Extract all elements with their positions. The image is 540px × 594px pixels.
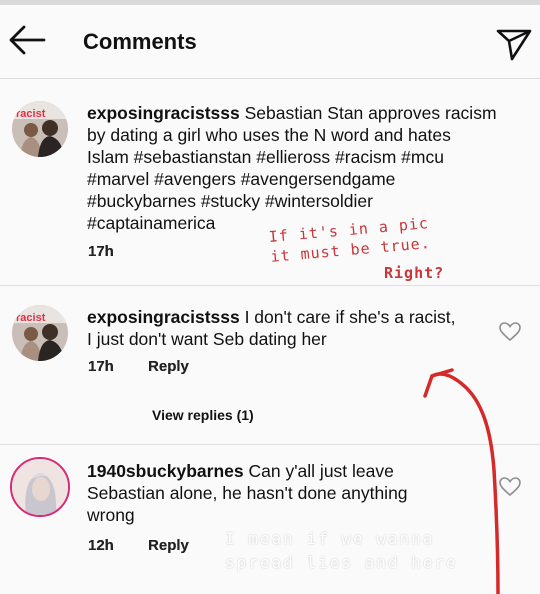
comment-meta: 17h Reply: [88, 358, 219, 375]
send-button[interactable]: [494, 23, 534, 63]
comment-username[interactable]: exposingracistsss: [87, 307, 240, 327]
comment-timestamp: 17h: [88, 358, 114, 375]
faded-annotation: I mean if we wanna spread lies and here: [225, 529, 458, 572]
back-arrow-icon: [9, 25, 46, 55]
reply-button[interactable]: Reply: [148, 358, 189, 375]
comment-username[interactable]: exposingracistsss: [87, 103, 240, 123]
heart-icon: [499, 477, 521, 497]
avatar-image: racist: [12, 101, 68, 157]
avatar-image: racist: [12, 305, 68, 361]
heart-icon: [499, 322, 521, 342]
like-button[interactable]: [499, 477, 521, 497]
send-icon: [496, 29, 532, 61]
avatar[interactable]: racist: [12, 101, 68, 157]
divider: [0, 285, 540, 286]
comment-text: exposingracistsss Sebastian Stan approve…: [87, 102, 497, 234]
header-bar: Comments: [0, 5, 540, 79]
back-button[interactable]: [6, 23, 48, 57]
comment-meta: 12h Reply: [88, 537, 219, 554]
comment-timestamp: 17h: [88, 243, 114, 260]
avatar[interactable]: racist: [12, 305, 68, 361]
comment-text: exposingracistsss I don't care if she's …: [87, 306, 457, 350]
divider: [0, 444, 540, 445]
avatar-logo-text: racist: [16, 312, 46, 324]
page-title: Comments: [83, 29, 197, 54]
avatar-image: [12, 459, 68, 515]
comment-timestamp: 12h: [88, 537, 114, 554]
like-button[interactable]: [499, 322, 521, 342]
comment-username[interactable]: 1940sbuckybarnes: [87, 461, 244, 481]
avatar[interactable]: [10, 457, 70, 517]
handwritten-annotation-2: Right?: [384, 264, 445, 282]
view-replies-link[interactable]: View replies (1): [152, 407, 254, 423]
avatar-logo-text: racist: [16, 108, 46, 120]
reply-button[interactable]: Reply: [148, 537, 189, 554]
comment-text: 1940sbuckybarnes Can y'all just leave Se…: [87, 460, 457, 526]
comment-meta: 17h: [88, 243, 144, 260]
